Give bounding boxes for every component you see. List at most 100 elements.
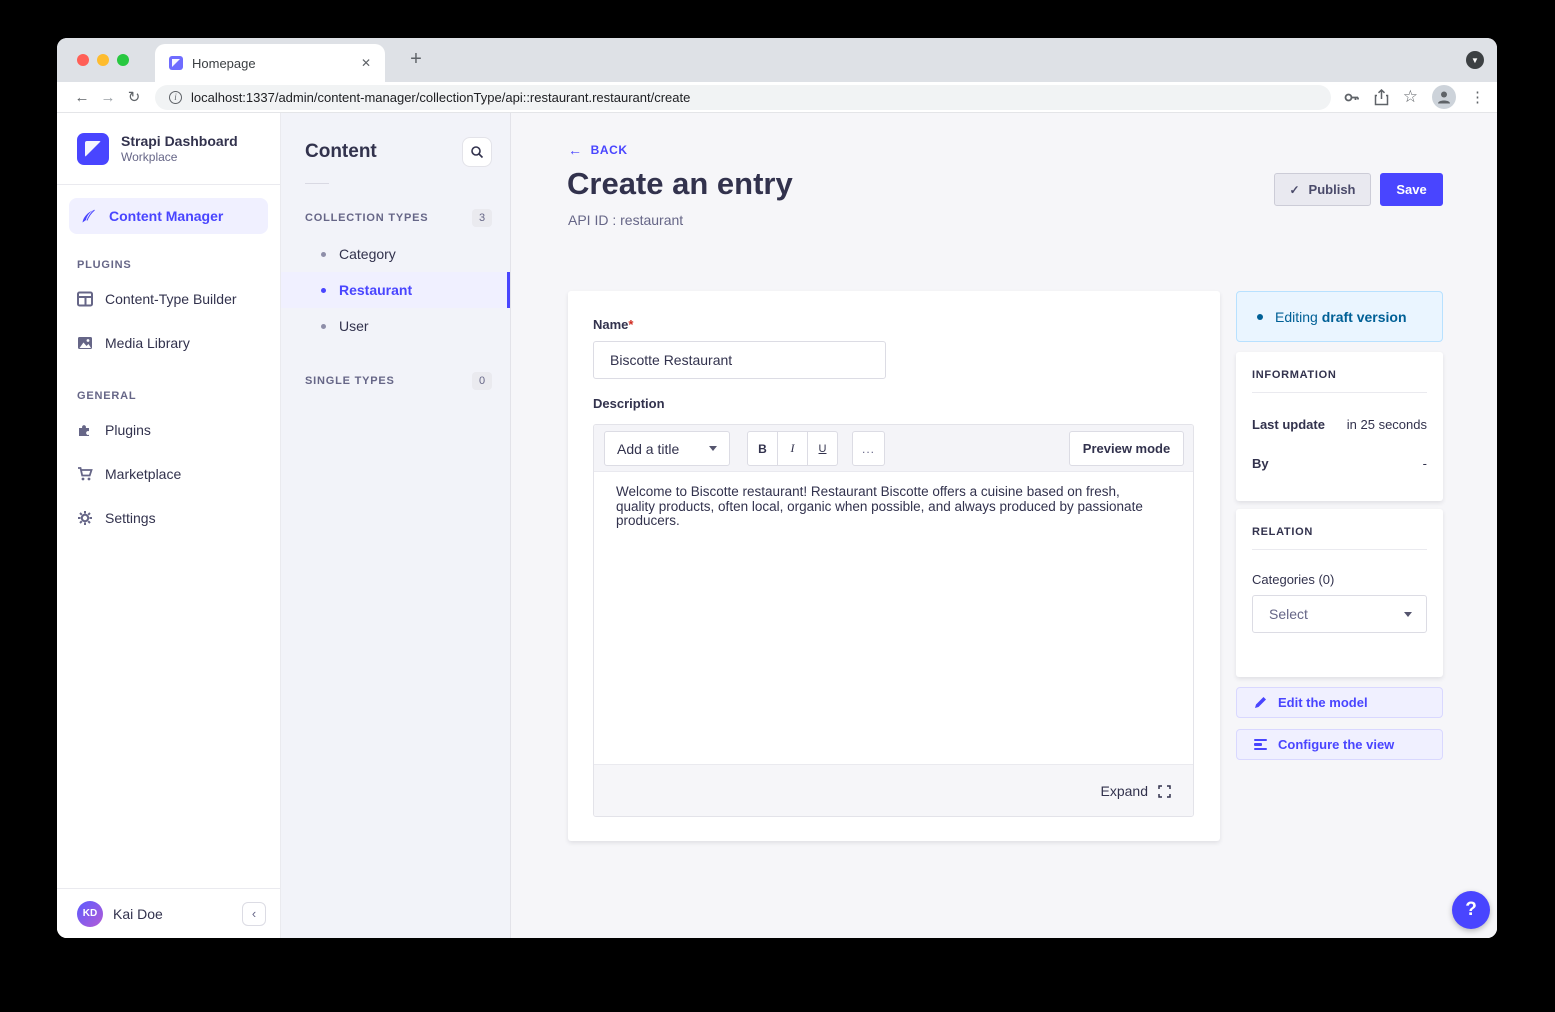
draft-badge-text: Editing draft version: [1275, 309, 1407, 325]
subnav-item-user[interactable]: User: [281, 308, 510, 344]
collapse-sidebar-button[interactable]: ‹: [242, 902, 266, 926]
puzzle-icon: [77, 422, 93, 438]
url-text: localhost:1337/admin/content-manager/col…: [191, 90, 690, 105]
subnav-title: Content: [305, 141, 377, 163]
edit-pen-icon: [81, 208, 97, 224]
bold-button[interactable]: B: [747, 431, 778, 466]
last-update-value: in 25 seconds: [1347, 417, 1427, 432]
window-controls: [77, 54, 129, 66]
main-sidebar: Strapi Dashboard Workplace Content Manag…: [57, 113, 281, 938]
password-key-icon[interactable]: [1343, 89, 1360, 106]
browser-profile-chevron-icon[interactable]: ▼: [1466, 51, 1484, 69]
browser-menu-icon[interactable]: ⋮: [1470, 88, 1485, 106]
browser-avatar-icon[interactable]: [1432, 85, 1456, 109]
sidebar-item-content-type-builder[interactable]: Content-Type Builder: [57, 277, 280, 321]
strapi-favicon-icon: [169, 56, 183, 70]
forward-nav-icon[interactable]: →: [95, 89, 121, 106]
description-textarea[interactable]: Welcome to Biscotte restaurant! Restaura…: [594, 472, 1193, 764]
back-label: BACK: [591, 143, 628, 157]
subnav-item-restaurant[interactable]: Restaurant: [281, 272, 510, 308]
content-subnav: Content COLLECTION TYPES 3 Category Rest…: [281, 113, 511, 938]
more-formatting-button[interactable]: ...: [852, 431, 885, 466]
sidebar-item-settings[interactable]: Settings: [57, 496, 280, 540]
name-input[interactable]: [593, 341, 886, 379]
main-content: ← BACK Create an entry API ID : restaura…: [511, 113, 1497, 938]
title-style-value: Add a title: [617, 441, 679, 457]
draft-bold: draft version: [1322, 309, 1407, 325]
divider: [1252, 549, 1427, 550]
address-bar[interactable]: i localhost:1337/admin/content-manager/c…: [155, 85, 1331, 110]
status-dot-icon: [1257, 314, 1263, 320]
last-update-label: Last update: [1252, 417, 1325, 432]
chevron-down-icon: [1404, 612, 1412, 617]
categories-select[interactable]: Select: [1252, 595, 1427, 633]
by-value: -: [1423, 456, 1427, 471]
maximize-window-button[interactable]: [117, 54, 129, 66]
by-label: By: [1252, 456, 1269, 471]
pencil-icon: [1254, 696, 1267, 709]
sidebar-item-marketplace[interactable]: Marketplace: [57, 452, 280, 496]
single-types-header: SINGLE TYPES: [305, 375, 395, 387]
publish-button[interactable]: ✓ Publish: [1274, 173, 1371, 206]
tab-title: Homepage: [192, 56, 357, 71]
configure-view-label: Configure the view: [1278, 737, 1394, 752]
sidebar-item-plugins[interactable]: Plugins: [57, 408, 280, 452]
browser-tab[interactable]: Homepage ✕: [155, 44, 385, 82]
general-section-header: GENERAL: [57, 390, 280, 402]
configure-view-button[interactable]: Configure the view: [1236, 729, 1443, 760]
single-types-count-badge: 0: [472, 372, 492, 390]
api-id-subtitle: API ID : restaurant: [568, 212, 683, 228]
edit-model-button[interactable]: Edit the model: [1236, 687, 1443, 718]
title-style-select[interactable]: Add a title: [604, 431, 730, 466]
underline-button[interactable]: U: [807, 431, 838, 466]
close-tab-icon[interactable]: ✕: [357, 54, 375, 72]
help-button[interactable]: ?: [1452, 891, 1490, 929]
workspace-name: Workplace: [121, 150, 238, 164]
back-arrow-icon: ←: [568, 142, 583, 158]
minimize-window-button[interactable]: [97, 54, 109, 66]
app-name: Strapi Dashboard: [121, 133, 238, 151]
back-link[interactable]: ← BACK: [568, 142, 628, 158]
sidebar-item-label: Plugins: [105, 422, 151, 438]
sidebar-item-content-manager[interactable]: Content Manager: [69, 198, 268, 234]
editor-toolbar: Add a title B I U ... Preview mode: [594, 425, 1193, 472]
divider: [305, 183, 329, 184]
reload-icon[interactable]: ↻: [121, 88, 147, 106]
close-window-button[interactable]: [77, 54, 89, 66]
description-field-label: Description: [593, 396, 665, 411]
user-avatar[interactable]: KD: [77, 901, 103, 927]
share-icon[interactable]: [1374, 89, 1389, 106]
search-button[interactable]: [462, 137, 492, 167]
categories-field-label: Categories (0): [1252, 572, 1427, 587]
categories-select-placeholder: Select: [1269, 606, 1308, 622]
editor-footer: Expand: [594, 764, 1193, 817]
save-button[interactable]: Save: [1380, 173, 1443, 206]
collection-types-header: COLLECTION TYPES: [305, 212, 428, 224]
back-nav-icon[interactable]: ←: [69, 89, 95, 106]
expand-label[interactable]: Expand: [1101, 783, 1148, 799]
layout-icon: [77, 291, 93, 307]
cart-icon: [77, 466, 93, 482]
subnav-item-category[interactable]: Category: [281, 236, 510, 272]
name-label-text: Name: [593, 317, 628, 332]
sidebar-item-label: Media Library: [105, 335, 190, 351]
workspace-header[interactable]: Strapi Dashboard Workplace: [57, 113, 280, 185]
search-icon: [470, 145, 484, 159]
chevron-down-icon: [709, 446, 717, 451]
name-field-label: Name*: [593, 317, 886, 332]
strapi-admin: Strapi Dashboard Workplace Content Manag…: [57, 113, 1497, 938]
site-info-icon[interactable]: i: [169, 91, 182, 104]
configure-lines-icon: [1254, 739, 1267, 751]
sidebar-item-media-library[interactable]: Media Library: [57, 321, 280, 365]
entry-form-card: Name* Description Add a title B I: [568, 291, 1220, 841]
new-tab-button[interactable]: +: [402, 48, 430, 71]
strapi-logo-icon: [77, 133, 109, 165]
expand-icon[interactable]: [1158, 785, 1171, 798]
relation-title: RELATION: [1252, 526, 1427, 538]
browser-tab-bar: Homepage ✕ + ▼: [57, 38, 1497, 82]
bookmark-star-icon[interactable]: ☆: [1403, 87, 1418, 107]
divider: [1252, 392, 1427, 393]
preview-mode-button[interactable]: Preview mode: [1069, 431, 1184, 466]
information-panel: INFORMATION Last updatein 25 seconds By-: [1236, 352, 1443, 501]
italic-button[interactable]: I: [777, 431, 808, 466]
